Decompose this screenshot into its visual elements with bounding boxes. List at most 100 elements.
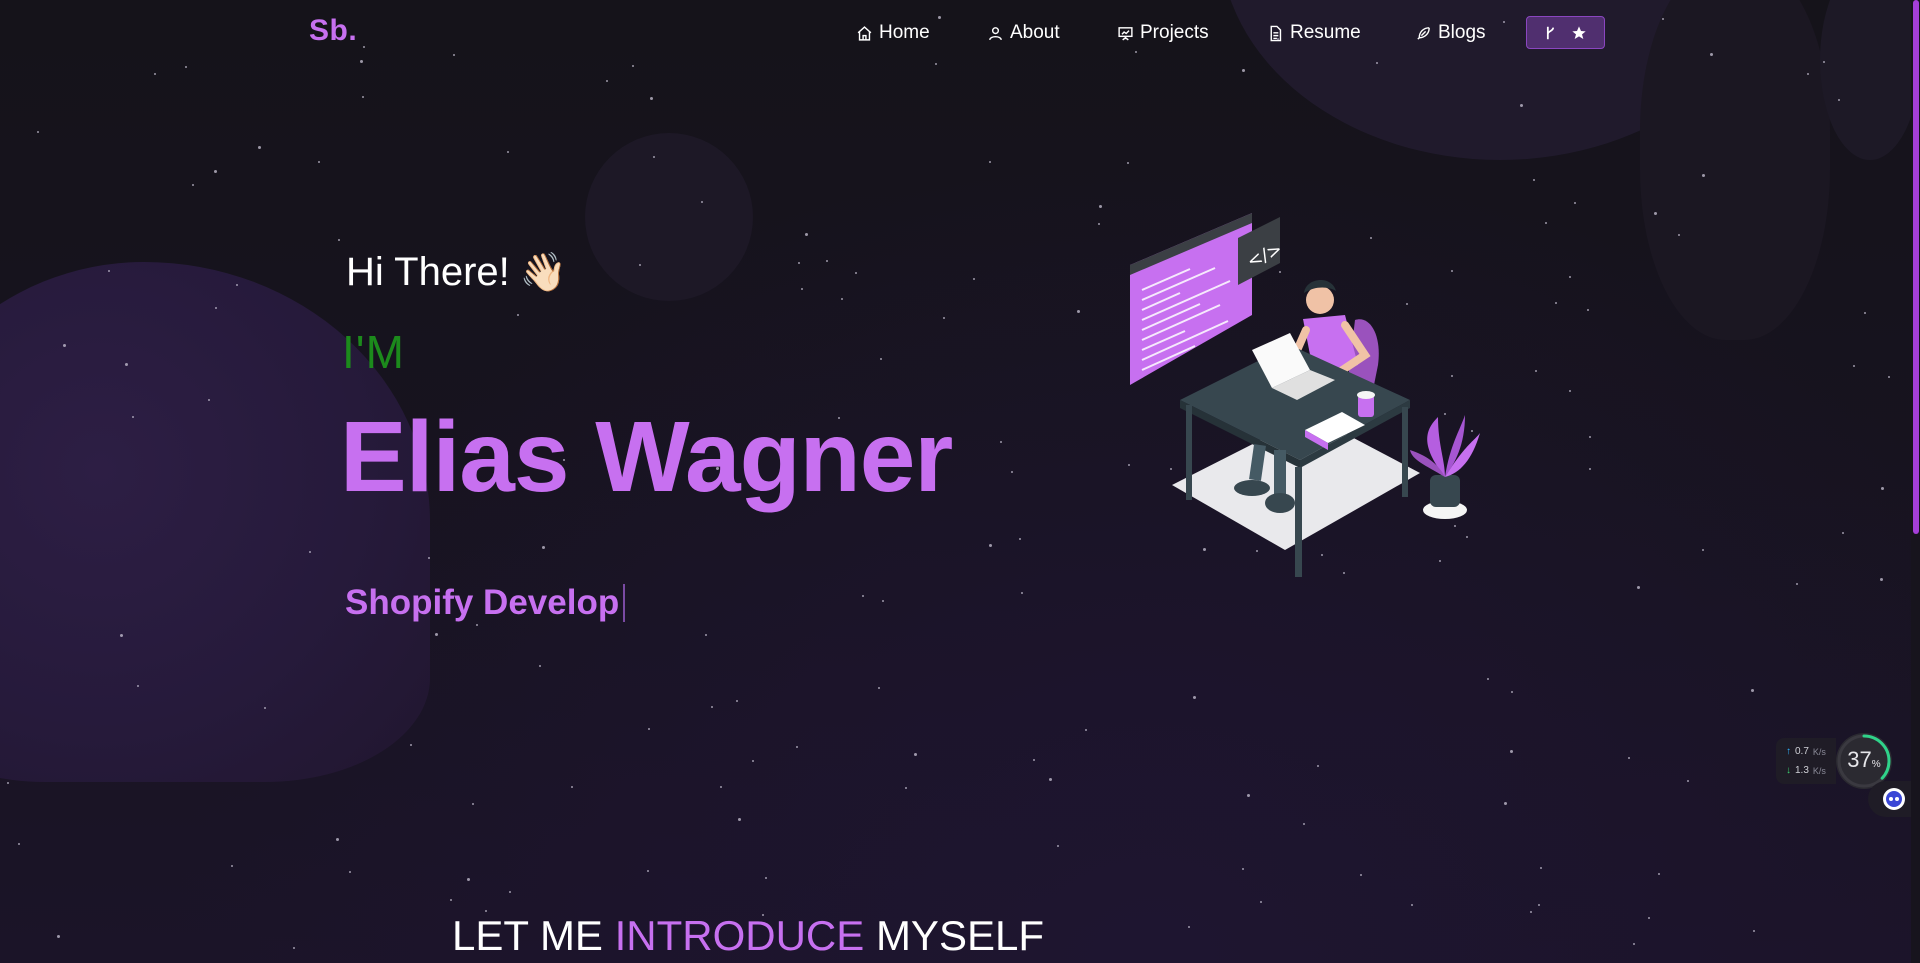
star [1569,276,1571,278]
star [1317,765,1319,767]
page-scrollbar-thumb[interactable] [1913,0,1919,534]
star [1535,370,1537,372]
star [542,546,545,549]
star [1540,867,1542,869]
title-accent: INTRODUCE [614,912,865,959]
waving-hand-icon: 👋🏻 [519,252,568,294]
star [450,899,452,901]
cpu-usage-text: 37% [1836,747,1892,773]
star-icon [1572,25,1586,39]
download-speed-value: 1.3 [1795,765,1809,776]
star [472,803,474,805]
star [738,818,741,821]
star [989,161,991,163]
star [1658,873,1660,875]
star [214,170,217,173]
robot-icon [1883,788,1905,810]
star [1085,729,1087,731]
presentation-icon [1118,26,1133,40]
nav-item-label: Home [879,22,930,43]
star [1057,845,1059,847]
star [720,786,722,788]
home-icon [857,25,872,41]
star [1011,471,1013,473]
star [801,288,803,290]
star [752,760,754,762]
star [855,272,857,274]
upload-arrow-icon: ↑ [1786,746,1791,757]
star [711,706,713,708]
site-logo[interactable]: Sb. [309,14,357,48]
star [1487,678,1489,680]
star [1247,794,1250,797]
star [1864,312,1866,314]
star [1411,904,1413,906]
developer-at-desk-illustration: </> [1130,213,1480,577]
nav-item-projects[interactable]: Projects [1117,20,1209,46]
star [989,544,992,547]
star [1049,778,1052,781]
nav-item-about[interactable]: About [987,20,1060,46]
star [1533,179,1535,181]
star [1077,310,1080,313]
star [1510,750,1513,753]
star [57,935,60,938]
star [1000,441,1002,443]
github-fork-star-button[interactable] [1526,16,1605,49]
star [1796,583,1798,585]
star [517,314,519,316]
star [1753,930,1755,932]
star [1574,202,1576,204]
star [1842,532,1844,534]
nav-item-blogs[interactable]: Blogs [1415,20,1486,46]
star [1880,578,1883,581]
star [1538,904,1540,906]
star [231,865,233,867]
star [1648,917,1650,919]
hero-intro: I'M [342,326,405,378]
star [880,358,882,360]
star [647,870,649,872]
upload-speed-row: ↑ 0.7 K/s [1786,746,1826,757]
star [410,744,412,746]
title-part-1: LET ME [452,912,615,959]
nav-item-resume[interactable]: Resume [1267,20,1361,46]
star [1242,868,1244,870]
nav-item-label: Resume [1290,22,1361,43]
portfolio-page: Sb. Home About Projects Resume Blogs Hi … [0,0,1920,963]
star [705,634,707,636]
nav-item-home[interactable]: Home [856,20,930,46]
star [1260,901,1262,903]
star [507,151,509,153]
star [1193,696,1196,699]
navbar: Sb. Home About Projects Resume Blogs [0,0,1920,66]
star [736,700,738,702]
star [796,746,798,748]
star [18,843,20,845]
cpu-usage-value: 37 [1847,747,1872,772]
star [1099,205,1102,208]
star [467,878,470,881]
cpu-usage-unit: % [1871,759,1881,770]
star [258,146,261,149]
star [185,66,187,68]
star [1127,162,1129,164]
star [1637,586,1640,589]
star [1628,757,1630,759]
network-speed-widget: ↑ 0.7 K/s ↓ 1.3 K/s [1776,738,1836,784]
star [1021,592,1023,594]
download-arrow-icon: ↓ [1786,765,1791,776]
star [318,161,320,163]
star [154,73,156,75]
typewriter-cursor [623,584,626,622]
hero-greeting: Hi There! 👋🏻 [346,250,567,295]
star [1881,487,1884,490]
upload-speed-unit: K/s [1812,746,1826,757]
star [1303,823,1305,825]
star [336,838,339,841]
feather-icon [1417,26,1430,40]
star [1587,309,1589,311]
star [1033,759,1035,761]
greeting-text: Hi There! [346,250,510,294]
star [841,298,843,300]
